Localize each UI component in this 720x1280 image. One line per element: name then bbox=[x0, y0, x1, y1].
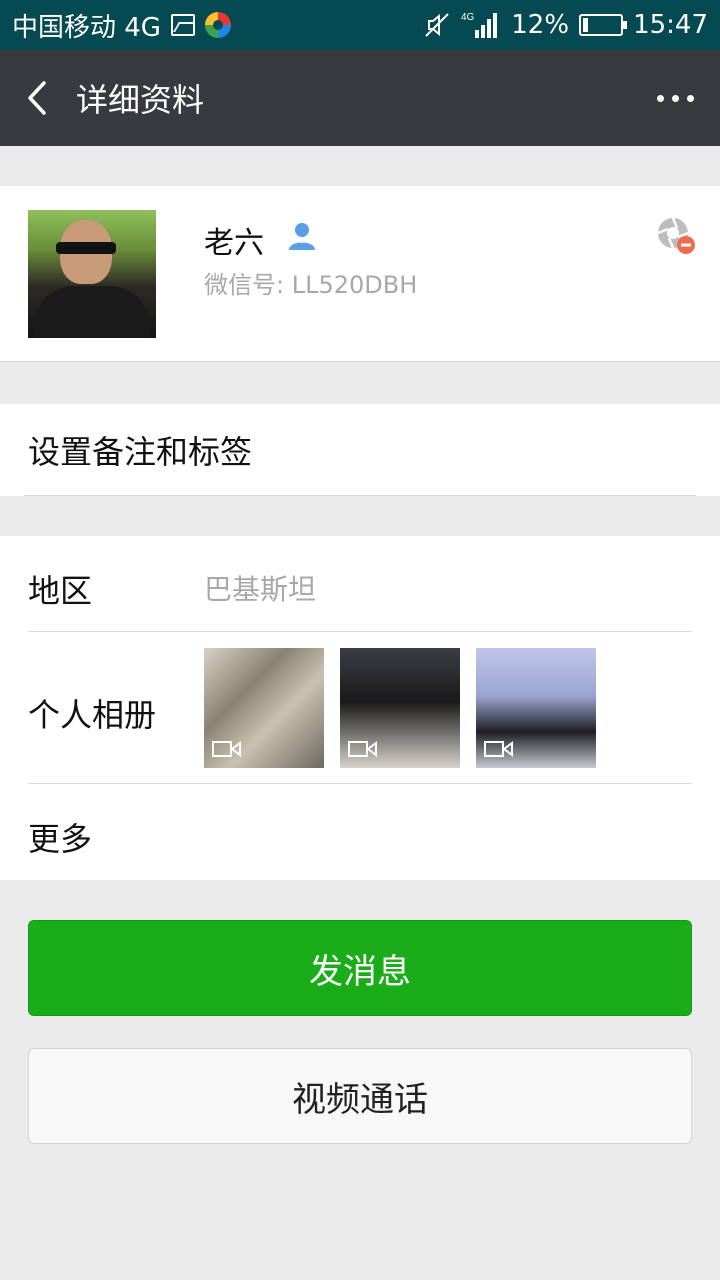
page-title: 详细资料 bbox=[76, 81, 205, 119]
back-button[interactable] bbox=[0, 50, 76, 146]
status-bar: 中国移动 4G 4G 12% 15:47 bbox=[0, 0, 720, 50]
album-thumb[interactable] bbox=[476, 648, 596, 768]
wechat-id: 微信号: LL520DBH bbox=[204, 271, 418, 299]
more-dot bbox=[671, 94, 679, 102]
divider bbox=[24, 495, 696, 496]
video-icon bbox=[212, 741, 241, 757]
blocked-icon bbox=[657, 217, 695, 254]
album-row[interactable]: 个人相册 bbox=[0, 632, 720, 784]
video-icon bbox=[484, 741, 513, 757]
region-label: 地区 bbox=[28, 572, 93, 610]
title-bar: 详细资料 bbox=[0, 50, 720, 146]
set-remark-and-tags-label: 设置备注和标签 bbox=[28, 433, 253, 471]
region-value: 巴基斯坦 bbox=[204, 573, 317, 606]
video-call-button[interactable]: 视频通话 bbox=[28, 1048, 692, 1144]
more-dots-icon bbox=[656, 94, 664, 102]
more-label: 更多 bbox=[28, 820, 93, 858]
more-row[interactable]: 更多 bbox=[0, 784, 720, 880]
mute-icon bbox=[423, 11, 451, 39]
network-type-label: 4G bbox=[461, 12, 475, 23]
region-row: 地区 巴基斯坦 bbox=[0, 536, 720, 632]
app-notification-icon bbox=[204, 12, 231, 38]
contact-name: 老六 bbox=[204, 226, 264, 261]
battery-percent: 12% bbox=[511, 10, 570, 40]
signal-icon: 4G bbox=[461, 10, 501, 40]
contact-person-icon bbox=[289, 223, 315, 250]
avatar-body bbox=[34, 286, 150, 338]
more-options-button[interactable] bbox=[630, 50, 720, 146]
album-thumb[interactable] bbox=[204, 648, 324, 768]
carrier-label: 中国移动 4G bbox=[12, 12, 161, 43]
gallery-notification-icon bbox=[170, 14, 195, 36]
info-section: 地区 巴基斯坦 个人相册 更多 bbox=[0, 536, 720, 880]
back-arrow-icon bbox=[28, 81, 46, 115]
more-dot bbox=[686, 94, 694, 102]
video-icon bbox=[348, 741, 377, 757]
album-thumb[interactable] bbox=[340, 648, 460, 768]
avatar[interactable] bbox=[28, 210, 156, 338]
send-message-button[interactable]: 发消息 bbox=[28, 920, 692, 1016]
album-label: 个人相册 bbox=[28, 696, 157, 734]
avatar-glasses bbox=[56, 242, 116, 254]
battery-icon bbox=[579, 14, 628, 36]
set-remark-and-tags-row[interactable]: 设置备注和标签 bbox=[0, 404, 720, 496]
clock: 15:47 bbox=[633, 10, 708, 40]
